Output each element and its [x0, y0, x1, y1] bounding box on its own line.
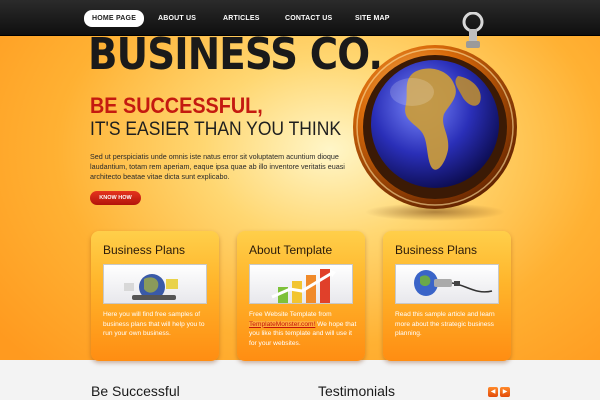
- section-title-be-successful: Be Successful: [91, 383, 180, 399]
- lightbulb-globe-image: [395, 264, 499, 304]
- stopwatch-globe-image: [353, 12, 517, 221]
- nav-home-page[interactable]: HOME PAGE: [84, 10, 145, 27]
- section-title-testimonials: Testimonials: [318, 383, 396, 399]
- card-business-plans-2: Business Plans Read this sample article …: [383, 231, 511, 361]
- nav-about-us[interactable]: ABOUT US: [158, 11, 196, 27]
- globe-gear-image: [103, 264, 207, 304]
- growth-chart-image: [249, 264, 353, 304]
- hero-headline: BE SUCCESSFUL,: [90, 93, 263, 118]
- know-how-button[interactable]: KNOW HOW: [90, 191, 141, 205]
- card-description: Read this sample article and learn more …: [395, 310, 503, 339]
- card-title[interactable]: Business Plans: [103, 243, 185, 257]
- card-description: Here you will find free samples of busin…: [103, 310, 211, 339]
- card-text: Read this sample article and learn more …: [395, 311, 495, 337]
- card-about-template: About Template Free Website Template fro…: [237, 231, 365, 361]
- card-title[interactable]: Business Plans: [395, 243, 477, 257]
- prev-arrow-icon[interactable]: ◀: [488, 387, 498, 397]
- nav-articles[interactable]: ARTICLES: [223, 11, 260, 27]
- card-business-plans-1: Business Plans Here you will find free s…: [91, 231, 219, 361]
- card-text: Free Website Template from: [249, 311, 332, 318]
- card-text: Here you will find free samples of busin…: [103, 311, 205, 337]
- next-arrow-icon[interactable]: ▶: [500, 387, 510, 397]
- nav-contact-us[interactable]: CONTACT US: [285, 11, 332, 27]
- card-description: Free Website Template from TemplateMonst…: [249, 310, 357, 348]
- card-title[interactable]: About Template: [249, 243, 332, 257]
- hero-subheadline: IT'S EASIER THAN YOU THINK: [90, 119, 342, 140]
- templatemonster-link[interactable]: TemplateMonster.com!: [249, 320, 316, 328]
- brand-logo[interactable]: BUSINESS CO.: [88, 30, 383, 80]
- hero-intro-text: Sed ut perspiciatis unde omnis iste natu…: [90, 152, 345, 181]
